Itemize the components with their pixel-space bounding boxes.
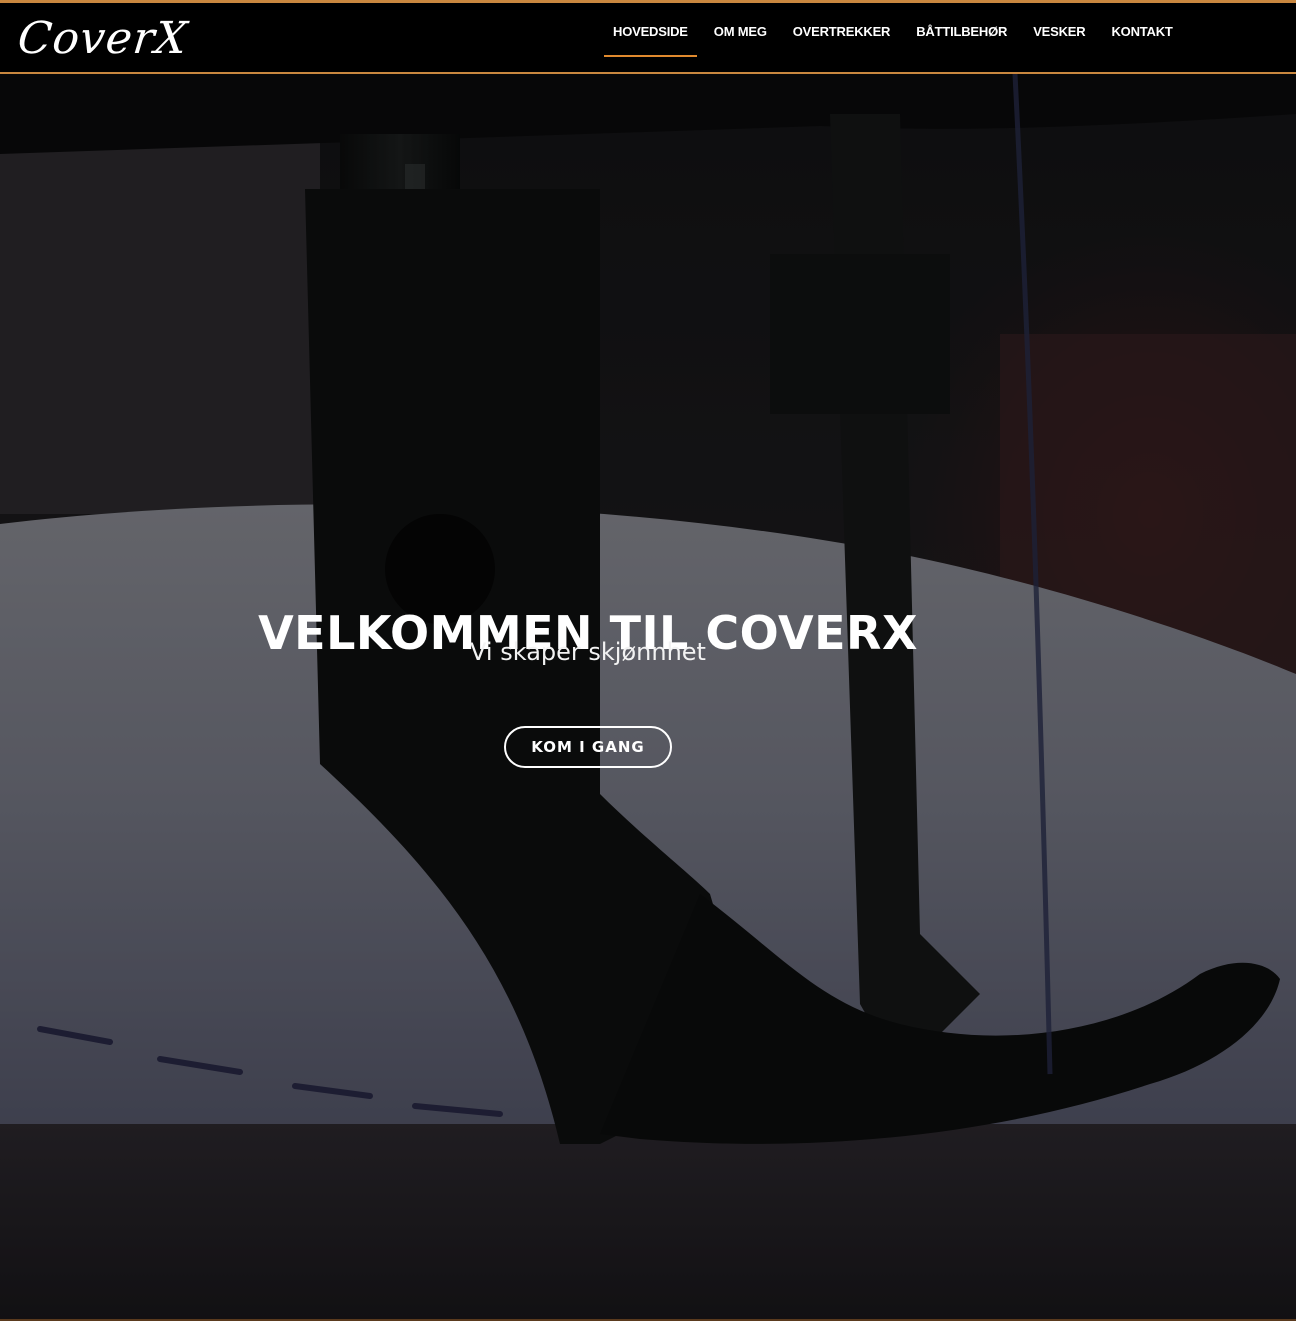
hero-subtitle: Vi skaper skjønnhet	[470, 638, 706, 666]
nav-item-om-meg[interactable]: OM MEG	[705, 3, 776, 55]
nav-item-overtrekker[interactable]: OVERTREKKER	[784, 3, 899, 55]
page: CoverX HOVEDSIDE OM MEG OVERTREKKER BÅTT…	[0, 0, 1296, 1321]
nav-item-battilbehor[interactable]: BÅTTILBEHØR	[907, 3, 1016, 55]
nav-item-vesker[interactable]: VESKER	[1024, 3, 1094, 55]
main-nav: HOVEDSIDE OM MEG OVERTREKKER BÅTTILBEHØR…	[604, 3, 1190, 72]
nav-item-hovedside[interactable]: HOVEDSIDE	[604, 3, 697, 57]
get-started-button[interactable]: KOM I GANG	[504, 726, 672, 768]
hero-overlay	[0, 74, 1296, 1321]
nav-item-kontakt[interactable]: KONTAKT	[1102, 3, 1181, 55]
hero-section: VELKOMMEN TIL COVERX Vi skaper skjønnhet…	[0, 74, 1296, 1321]
site-logo[interactable]: CoverX	[15, 13, 190, 65]
site-header: CoverX HOVEDSIDE OM MEG OVERTREKKER BÅTT…	[0, 0, 1296, 74]
